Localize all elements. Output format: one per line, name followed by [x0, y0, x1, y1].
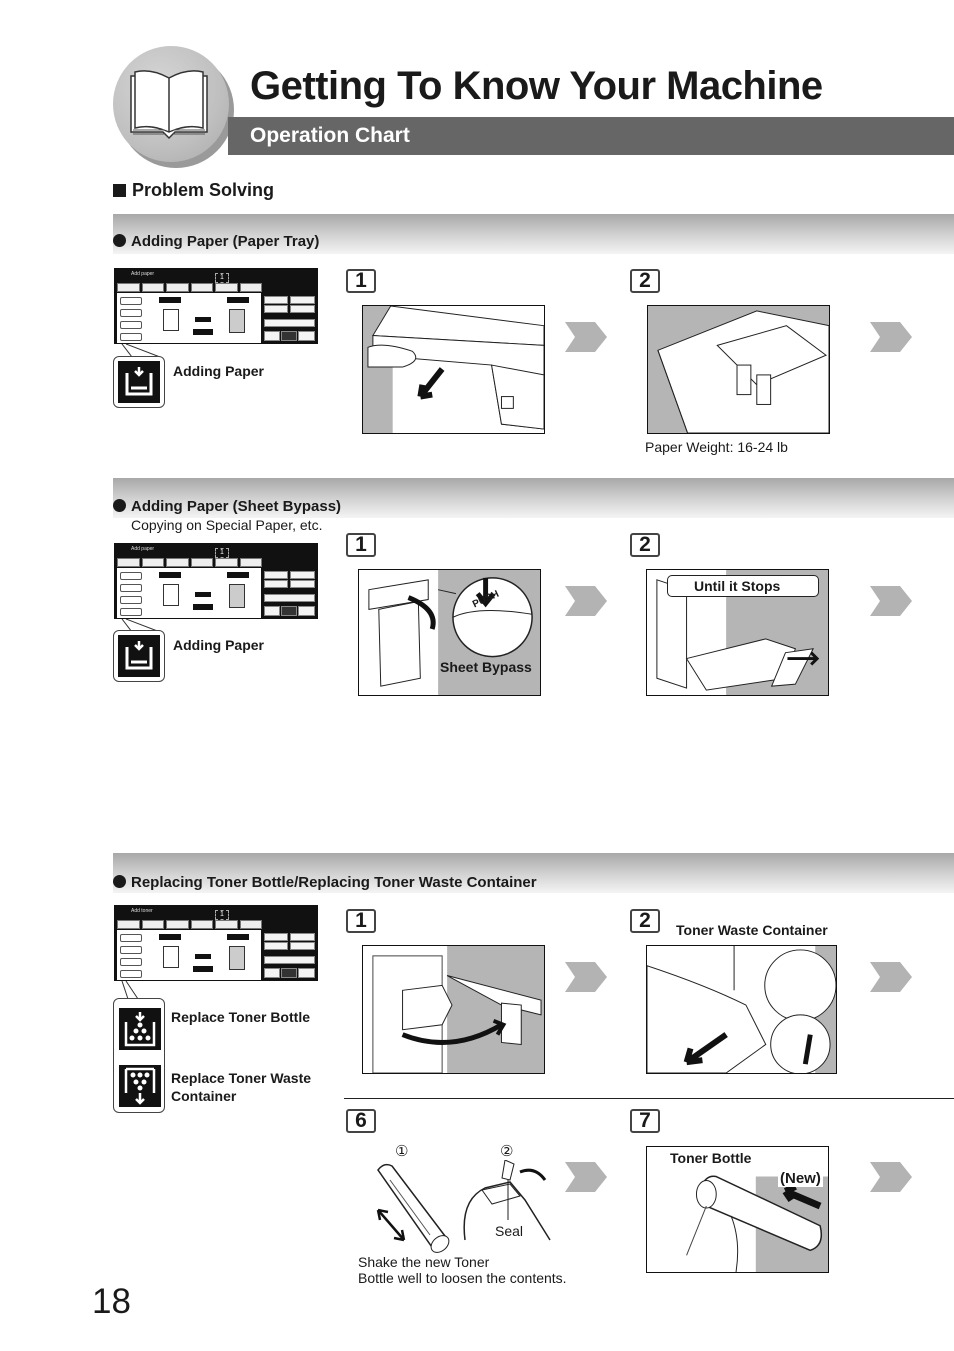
- step-illustration-load-paper: [647, 305, 830, 434]
- next-step-chevron-icon: [870, 322, 912, 352]
- step-caption: Paper Weight: 16-24 lb: [645, 439, 788, 455]
- next-step-chevron-icon: [565, 1162, 607, 1192]
- square-bullet-icon: [113, 184, 126, 197]
- procedure-heading: Adding Paper (Sheet Bypass): [113, 498, 341, 515]
- step-illustration-open-toner-cover: [362, 945, 545, 1074]
- next-step-chevron-icon: [565, 962, 607, 992]
- control-panel-screen: Add paper 1: [114, 268, 318, 344]
- toner-waste-container-label: Toner Waste Container: [676, 922, 828, 938]
- next-step-chevron-icon: [870, 1162, 912, 1192]
- step-illustration-open-bypass: [358, 569, 541, 696]
- zoom-badge: [193, 329, 213, 335]
- procedure-heading: Adding Paper (Paper Tray): [113, 233, 319, 250]
- step-number: 6: [346, 1109, 376, 1133]
- open-book-icon: [130, 70, 208, 140]
- control-panel-screen: Add paper 1: [114, 543, 318, 619]
- procedure-heading: Replacing Toner Bottle/Replacing Toner W…: [113, 874, 537, 891]
- arrow-icon: [195, 317, 211, 322]
- panel-message: Add paper: [131, 271, 155, 277]
- page-number: 18: [92, 1282, 131, 1321]
- bullet-icon: [113, 234, 126, 247]
- substep-1-marker: ①: [395, 1143, 409, 1160]
- panel-copy-count: 1: [215, 548, 229, 558]
- step-number: 1: [346, 269, 376, 293]
- step-illustration-shake-bottle: [376, 1160, 551, 1253]
- step-illustration-remove-waste-container: [646, 945, 837, 1074]
- icon-label: Adding Paper: [173, 637, 265, 653]
- icon-label: Adding Paper: [173, 363, 265, 379]
- icon-frame: [113, 630, 165, 682]
- header-icon-circle: [113, 46, 229, 162]
- step-number: 7: [630, 1109, 660, 1133]
- icon-frame: [113, 356, 165, 408]
- until-stops-label: Until it Stops: [694, 578, 781, 594]
- panel-copy-count: 1: [215, 910, 229, 920]
- panel-message: Add toner: [131, 908, 153, 914]
- replace-toner-bottle-icon: [119, 1008, 161, 1050]
- step-number: 1: [346, 533, 376, 557]
- bullet-icon: [113, 499, 126, 512]
- add-paper-icon: [118, 361, 160, 403]
- next-step-chevron-icon: [565, 322, 607, 352]
- section-heading-text: Problem Solving: [132, 180, 275, 200]
- next-step-chevron-icon: [870, 962, 912, 992]
- step-number: 2: [630, 909, 660, 933]
- page-title: Getting To Know Your Machine: [250, 64, 823, 108]
- panel-tabs: [117, 283, 262, 292]
- new-label: (New): [778, 1170, 823, 1187]
- icon-frame: [113, 998, 165, 1113]
- step-number: 2: [630, 269, 660, 293]
- panel-message: Add paper: [131, 546, 155, 552]
- next-step-chevron-icon: [870, 586, 912, 616]
- procedure-note: Copying on Special Paper, etc.: [131, 517, 323, 533]
- icon-label: Replace Toner Waste Container: [171, 1070, 312, 1104]
- toner-bottle-label: Toner Bottle: [669, 1150, 753, 1166]
- panel-body: [117, 293, 261, 343]
- add-paper-icon: [118, 635, 160, 677]
- step-caption: Shake the new Toner Bottle well to loose…: [358, 1254, 567, 1286]
- panel-right-buttons: [264, 293, 316, 343]
- step-number: 2: [630, 533, 660, 557]
- section-heading: Problem Solving: [113, 180, 274, 201]
- seal-label: Seal: [495, 1223, 524, 1239]
- panel-copy-count: 1: [215, 273, 229, 283]
- icon-label: Replace Toner Bottle: [171, 1009, 310, 1025]
- control-panel-screen: Add toner 1: [114, 905, 318, 981]
- bullet-icon: [113, 875, 126, 888]
- replace-toner-waste-icon: [119, 1065, 161, 1107]
- next-step-chevron-icon: [565, 586, 607, 616]
- substep-2-marker: ②: [500, 1143, 514, 1160]
- page-subtitle: Operation Chart: [250, 124, 410, 147]
- step-number: 1: [346, 909, 376, 933]
- sheet-bypass-label: Sheet Bypass: [440, 659, 532, 675]
- step-row-divider: [344, 1098, 954, 1099]
- step-illustration-open-tray: [362, 305, 545, 434]
